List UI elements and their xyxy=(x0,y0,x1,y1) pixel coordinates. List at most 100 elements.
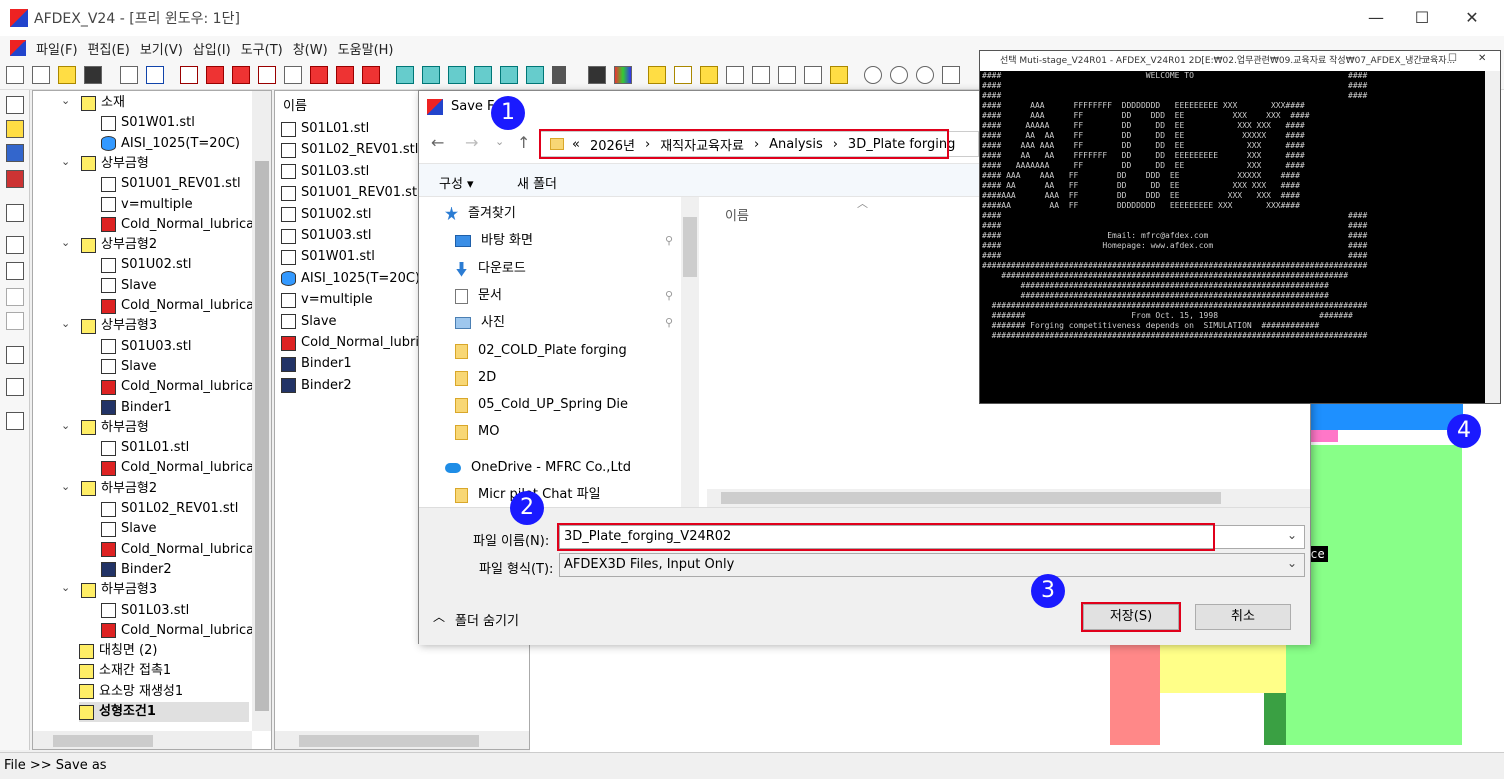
list-item[interactable]: S01L03.stl xyxy=(281,162,369,182)
export-icon[interactable] xyxy=(146,66,164,84)
up-arrow-icon[interactable]: ↑ xyxy=(517,133,530,152)
checklist-icon[interactable] xyxy=(6,412,24,430)
cube-stack-icon[interactable] xyxy=(830,66,848,84)
view-right-icon[interactable] xyxy=(258,66,276,84)
tree-item[interactable]: Slave xyxy=(101,519,157,539)
cube-yellow3-icon[interactable] xyxy=(700,66,718,84)
nav-item[interactable]: 문서 ⚲ xyxy=(455,285,673,307)
tree-item[interactable]: S01L02_REV01.stl xyxy=(101,499,238,519)
cube-outline2-icon[interactable] xyxy=(752,66,770,84)
tree-item[interactable]: Cold_Normal_lubricat xyxy=(101,215,259,235)
menu-window[interactable]: 창(W) xyxy=(293,39,328,58)
new-file-icon[interactable] xyxy=(6,66,24,84)
mesh-icon[interactable] xyxy=(6,236,24,254)
monitor-icon[interactable] xyxy=(6,144,24,162)
menu-file[interactable]: 파일(F) xyxy=(36,39,78,58)
tree-item[interactable]: ⌄ 상부금형2 xyxy=(61,235,157,255)
new-folder-button[interactable]: 새 폴더 xyxy=(517,173,557,192)
tree-item[interactable]: Binder2 xyxy=(101,560,172,580)
expand-chevron-icon[interactable]: ⌄ xyxy=(61,578,70,598)
tree-item[interactable]: AISI_1025(T=20C) xyxy=(101,134,240,154)
material-icon[interactable] xyxy=(6,120,24,138)
zoom-window-icon[interactable] xyxy=(916,66,934,84)
cancel-button[interactable]: 취소 xyxy=(1195,604,1291,630)
expand-chevron-icon[interactable]: ⌄ xyxy=(61,477,70,497)
tree-item[interactable]: Cold_Normal_lubricat xyxy=(101,458,259,478)
menu-insert[interactable]: 삽입(I) xyxy=(193,39,231,58)
list-item[interactable]: Slave xyxy=(281,312,337,332)
tree-item[interactable]: ⌄ 상부금형3 xyxy=(61,316,157,336)
view-iso-icon[interactable] xyxy=(336,66,354,84)
save-icon[interactable] xyxy=(84,66,102,84)
tree-item[interactable]: ⌄ 소재 xyxy=(61,93,125,113)
console-scrollbar[interactable] xyxy=(1485,71,1500,403)
menu-edit[interactable]: 편집(E) xyxy=(88,39,130,58)
wrench-icon[interactable] xyxy=(552,66,566,84)
zoom-in-icon[interactable] xyxy=(890,66,908,84)
filetype-dropdown-icon[interactable]: ⌄ xyxy=(1287,556,1297,570)
tree-item[interactable]: S01L03.stl xyxy=(101,601,189,621)
zoom-out-icon[interactable] xyxy=(864,66,882,84)
nav-item[interactable]: 즐겨찾기 xyxy=(445,203,516,225)
pan-hand-icon[interactable] xyxy=(942,66,960,84)
hide-folders-button[interactable]: 폴더 숨기기 xyxy=(455,610,519,629)
pin-icon[interactable]: ⚲ xyxy=(665,230,673,252)
view-left-icon[interactable] xyxy=(232,66,250,84)
close-button[interactable]: ✕ xyxy=(1452,6,1492,30)
shade3-icon[interactable] xyxy=(448,66,466,84)
tree-item[interactable]: Binder1 xyxy=(101,398,172,418)
cube-outline-icon[interactable] xyxy=(726,66,744,84)
path-overflow[interactable]: « xyxy=(572,137,580,152)
list-hscrollbar[interactable] xyxy=(275,731,529,749)
align-icon[interactable] xyxy=(6,312,24,330)
tree-item[interactable]: ⌄ 하부금형 xyxy=(61,418,149,438)
display-icon[interactable] xyxy=(6,204,24,222)
monitor2-icon[interactable] xyxy=(6,170,24,188)
probe-icon[interactable] xyxy=(6,378,24,396)
tree-item[interactable]: Slave xyxy=(101,276,157,296)
list-item[interactable]: S01U03.stl xyxy=(281,226,371,246)
tree-item[interactable]: 요소망 재생성1 xyxy=(79,682,183,702)
tree-item[interactable]: S01W01.stl xyxy=(101,113,195,133)
shade-icon[interactable] xyxy=(396,66,414,84)
tree-item[interactable]: S01U02.stl xyxy=(101,255,191,275)
menu-help[interactable]: 도움말(H) xyxy=(338,39,394,58)
tree-item[interactable]: ⌄ 하부금형3 xyxy=(61,580,157,600)
console-close-button[interactable]: ✕ xyxy=(1478,53,1486,64)
view-back-icon[interactable] xyxy=(206,66,224,84)
nav-item[interactable]: 다운로드 xyxy=(455,258,526,280)
nodes-icon[interactable] xyxy=(6,262,24,280)
menu-tools[interactable]: 도구(T) xyxy=(241,39,283,58)
console-minimize-button[interactable]: — xyxy=(1420,53,1430,64)
tree-item[interactable]: S01U03.stl xyxy=(101,337,191,357)
tree-item[interactable]: S01L01.stl xyxy=(101,438,189,458)
list-item[interactable]: Binder1 xyxy=(281,354,352,374)
back-arrow-icon[interactable]: ← xyxy=(431,133,444,152)
tree-scrollbar[interactable] xyxy=(252,91,271,731)
minimize-button[interactable]: — xyxy=(1356,6,1396,30)
tree-item[interactable]: Slave xyxy=(101,357,157,377)
rotate-icon[interactable] xyxy=(500,66,518,84)
files-column-header[interactable]: 이름 xyxy=(725,205,749,224)
box-icon[interactable] xyxy=(6,288,24,306)
tree-item[interactable]: ⌄ 상부금형 xyxy=(61,154,149,174)
forward-arrow-icon[interactable]: → xyxy=(465,133,478,152)
list-item[interactable]: S01W01.stl xyxy=(281,247,375,267)
shade4-icon[interactable] xyxy=(474,66,492,84)
open-folder-icon[interactable] xyxy=(58,66,76,84)
tree-item[interactable]: ⌄ 하부금형2 xyxy=(61,479,157,499)
list-item[interactable]: S01L01.stl xyxy=(281,119,369,139)
path-2026[interactable]: 2026년 xyxy=(590,135,635,154)
console-maximize-button[interactable]: ☐ xyxy=(1448,53,1457,64)
organize-button[interactable]: 구성 ▾ xyxy=(439,173,474,192)
shade2-icon[interactable] xyxy=(422,66,440,84)
import-icon[interactable] xyxy=(120,66,138,84)
list-item[interactable]: Binder2 xyxy=(281,376,352,396)
address-bar[interactable]: « 2026년 › 재직자교육자료 › Analysis › 3D_Plate … xyxy=(539,131,979,157)
view-iso2-icon[interactable] xyxy=(362,66,380,84)
tree-item[interactable]: Cold_Normal_lubricat xyxy=(101,296,259,316)
expand-chevron-icon[interactable]: ⌄ xyxy=(61,152,70,172)
nav-scrollbar[interactable] xyxy=(681,197,699,507)
list-item[interactable]: S01U01_REV01.stl xyxy=(281,183,421,203)
tree-view-icon[interactable] xyxy=(6,96,24,114)
